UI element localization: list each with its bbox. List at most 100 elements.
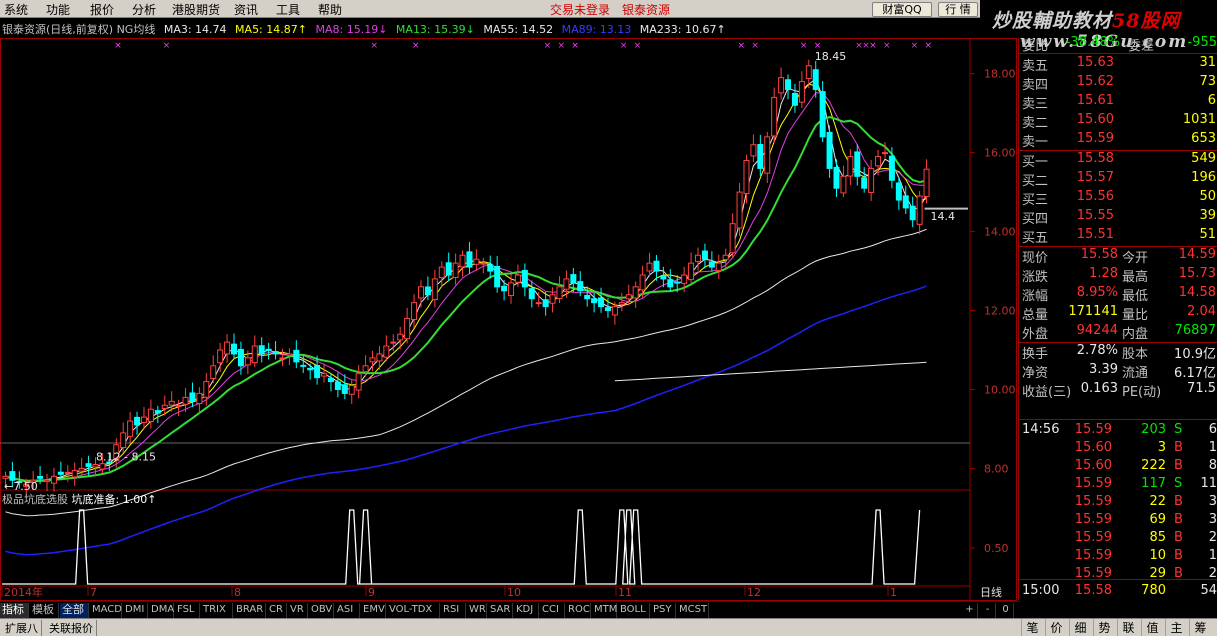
indicator-tab-brar[interactable]: BRAR [234, 603, 266, 618]
candle-body [521, 269, 528, 288]
candle-body [598, 297, 605, 308]
candle-body [570, 274, 577, 284]
menu-system[interactable]: 系统 [4, 1, 28, 18]
view-tab-7[interactable]: 筹 [1189, 619, 1211, 636]
candle-body [196, 392, 203, 404]
tick-price: 15.59 [1074, 422, 1112, 437]
indicator-tab-asi[interactable]: ASI [335, 603, 360, 618]
signal-mark: × [814, 41, 822, 51]
indicator-tab-trix[interactable]: TRIX [201, 603, 233, 618]
indicator-tab-dma[interactable]: DMA [149, 603, 174, 618]
buy-label: 买二 [1022, 174, 1049, 189]
stat-label: 总量 [1022, 308, 1049, 323]
k-line-chart[interactable]: 18.00 16.00 14.00 12.00 10.00 8.00 2014年 7 8 9 10 1… [0, 38, 1018, 601]
stat-label: 最高 [1122, 270, 1149, 285]
stat-value: 2.04 [1187, 304, 1216, 319]
indicator-tab-mcst[interactable]: MCST [677, 603, 709, 618]
view-tab-6[interactable]: 主 [1165, 619, 1187, 636]
indicator-tab-wr[interactable]: WR [467, 603, 487, 618]
fund-value: 10.9亿 [1174, 347, 1216, 362]
indicator-tab-roc[interactable]: ROC [566, 603, 591, 618]
indicator-tab-macd[interactable]: MACD [90, 603, 122, 618]
menu-news[interactable]: 资讯 [234, 1, 258, 18]
tick-volume: 117 [1141, 476, 1166, 491]
tick-side: B [1174, 440, 1183, 455]
tick-price: 15.58 [1074, 583, 1112, 598]
trade-status[interactable]: 交易未登录 [550, 1, 610, 18]
tick-volume: 780 [1141, 583, 1166, 598]
candle-body [819, 91, 826, 138]
candle-body [314, 365, 321, 379]
tab-0[interactable]: 指标 [0, 603, 29, 618]
candle-body [417, 286, 424, 299]
tick-side: S [1174, 422, 1183, 437]
sell-price: 15.60 [1076, 112, 1114, 127]
view-tab-0[interactable]: 笔 [1021, 619, 1043, 636]
stat-value: 76897 [1174, 323, 1216, 338]
tab-2[interactable]: 全部 [60, 603, 89, 618]
candle-body [44, 479, 51, 483]
menu-tools[interactable]: 工具 [276, 1, 300, 18]
candle-body [140, 416, 147, 423]
quote-button[interactable]: 行 情 [938, 2, 978, 17]
indicator-tab-dmi[interactable]: DMI [123, 603, 148, 618]
view-tab-5[interactable]: 值 [1141, 619, 1163, 636]
indicator-tab-cci[interactable]: CCI [540, 603, 565, 618]
indicator-tab-boll[interactable]: BOLL [618, 603, 650, 618]
view-tab-2[interactable]: 细 [1069, 619, 1091, 636]
indicator-tab-cr[interactable]: CR [267, 603, 287, 618]
indicator-tab-emv[interactable]: EMV [361, 603, 386, 618]
indicator-tab-mtm[interactable]: MTM [592, 603, 617, 618]
buy-volume: 196 [1191, 170, 1216, 185]
candle-body [764, 136, 771, 174]
candle-body [78, 467, 85, 472]
stat-value: 94244 [1076, 323, 1118, 338]
candle-body [224, 341, 231, 355]
menu-help[interactable]: 帮助 [318, 1, 342, 18]
signal-mark: × [634, 41, 642, 51]
candle-body [563, 278, 570, 290]
candle-body [64, 471, 71, 474]
candle-body [397, 333, 404, 341]
view-tab-3[interactable]: 势 [1093, 619, 1115, 636]
candle-body [362, 365, 369, 373]
candle-body [875, 156, 882, 167]
extension-tab[interactable]: 扩展八 [2, 620, 42, 636]
finance-qq-button[interactable]: 财富QQ [872, 2, 932, 17]
indicator-tab-vr[interactable]: VR [288, 603, 308, 618]
buy-price: 15.56 [1076, 189, 1114, 204]
signal-mark: × [114, 41, 122, 51]
indicator-tab-sar[interactable]: SAR [488, 603, 513, 618]
tab-1[interactable]: 模板 [30, 603, 59, 618]
zoom-button-0[interactable]: + [962, 603, 978, 618]
indicator-tab-rsi[interactable]: RSI [441, 603, 466, 618]
stat-label: 量比 [1122, 308, 1149, 323]
candle-body [307, 367, 314, 371]
candle-body [501, 285, 508, 292]
candle-body [134, 416, 141, 426]
ma55-label: MA55: 14.52 [483, 23, 554, 36]
candle-body [175, 404, 182, 407]
chart-title: 银泰资源(日线,前复权) NG均线 [2, 23, 156, 36]
candle-body [383, 345, 390, 358]
menu-function[interactable]: 功能 [46, 1, 70, 18]
menu-analysis[interactable]: 分析 [132, 1, 156, 18]
zoom-button-2[interactable]: 0 [998, 603, 1014, 618]
indicator-tab-vol-tdx[interactable]: VOL-TDX [387, 603, 440, 618]
candle-body [237, 348, 244, 367]
menu-quote[interactable]: 报价 [90, 1, 114, 18]
stat-value: 171141 [1068, 304, 1118, 319]
candle-body [272, 351, 279, 355]
indicator-tab-psy[interactable]: PSY [651, 603, 676, 618]
divider-fund-ticks [1019, 419, 1217, 420]
view-tab-4[interactable]: 联 [1117, 619, 1139, 636]
candle-body [2, 475, 9, 479]
related-quote-tab[interactable]: 关联报价 [46, 620, 97, 636]
view-tab-1[interactable]: 价 [1045, 619, 1067, 636]
menu-hk-futures[interactable]: 港股期货 [172, 1, 220, 18]
candle-body [71, 469, 78, 478]
indicator-tab-obv[interactable]: OBV [309, 603, 334, 618]
zoom-button-1[interactable]: - [980, 603, 996, 618]
indicator-tab-fsl[interactable]: FSL [175, 603, 200, 618]
indicator-tab-kdj[interactable]: KDJ [514, 603, 539, 618]
